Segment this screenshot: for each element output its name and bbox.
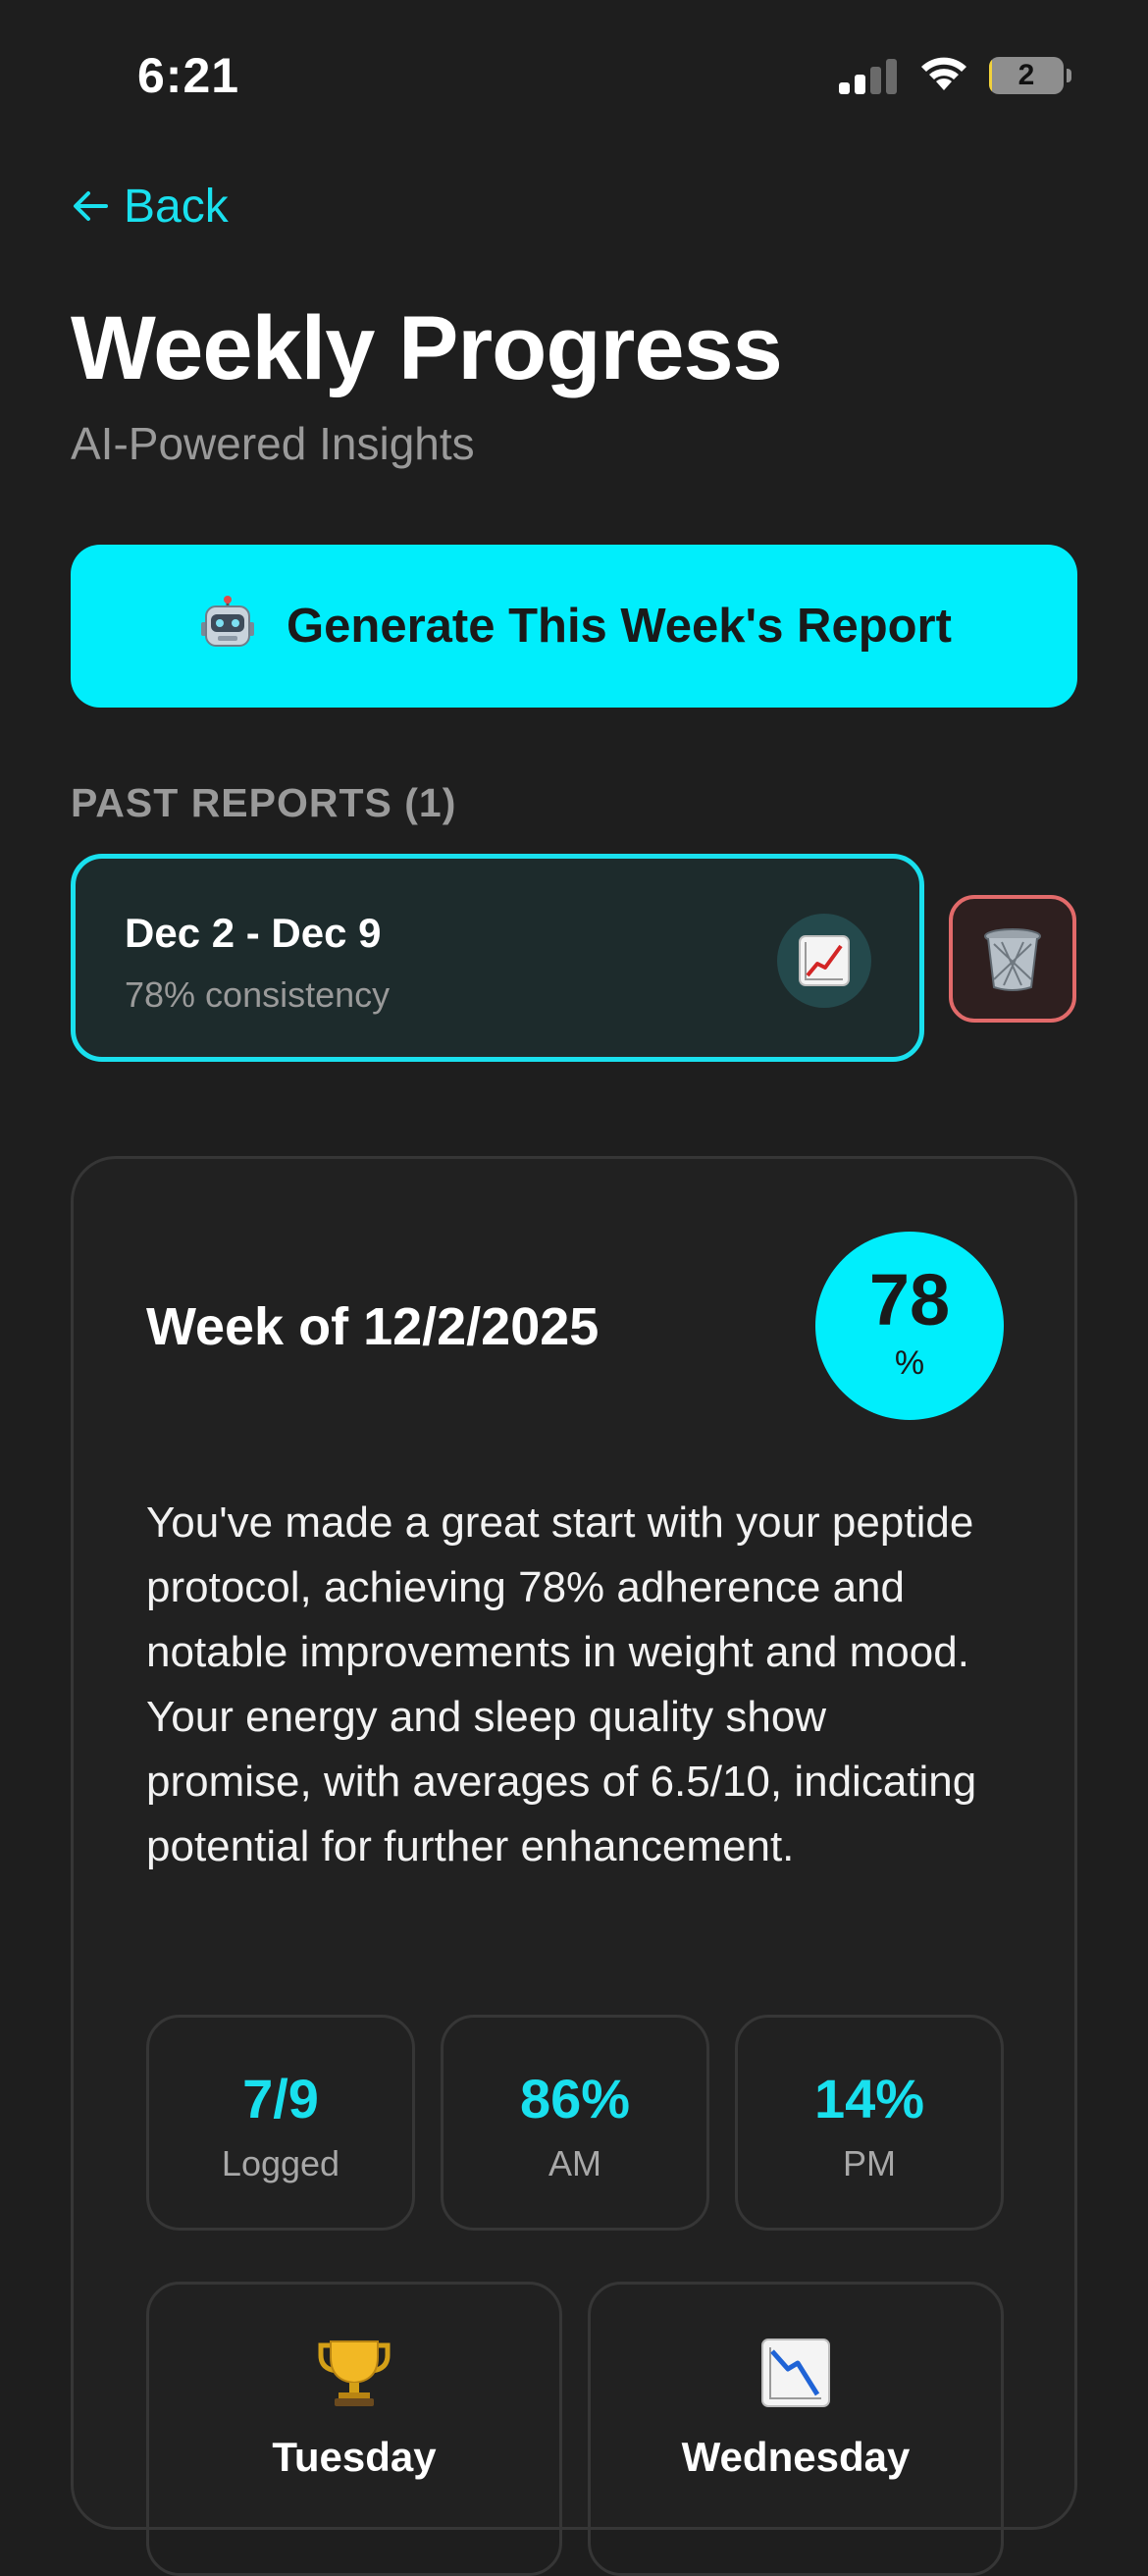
stat-logged: 7/9 Logged <box>146 2015 415 2231</box>
status-bar: 6:21 2 <box>0 0 1148 147</box>
worst-day-card: Wednesday <box>588 2282 1004 2576</box>
page-subtitle: AI-Powered Insights <box>71 418 475 469</box>
stat-value: 86% <box>519 2068 631 2129</box>
stat-label: PM <box>843 2143 896 2183</box>
arrow-left-icon <box>74 191 108 221</box>
report-icon-bubble <box>777 914 871 1008</box>
back-label: Back <box>124 180 229 233</box>
week-title: Week of 12/2/2025 <box>146 1297 600 1356</box>
trophy-icon <box>318 2340 391 2406</box>
weekly-report-card: Week of 12/2/2025 78 % You've made a gre… <box>71 1156 1077 2576</box>
stat-pm: 14% PM <box>735 2015 1004 2231</box>
chart-decreasing-icon <box>761 2339 830 2407</box>
wifi-icon <box>921 57 966 90</box>
score-value: 78 <box>868 1259 951 1341</box>
report-date-range: Dec 2 - Dec 9 <box>125 910 382 956</box>
stat-label: AM <box>548 2143 601 2183</box>
score-badge: 78 % <box>815 1232 1004 1420</box>
generate-report-button[interactable]: Generate This Week's Report <box>71 545 1077 708</box>
trash-icon <box>984 928 1041 991</box>
stat-value: 7/9 <box>242 2068 319 2129</box>
past-report-card[interactable]: Dec 2 - Dec 9 78% consistency <box>71 854 924 1062</box>
back-button[interactable]: Back <box>71 177 229 236</box>
worst-day-label: Wednesday <box>681 2434 911 2480</box>
battery-icon: 2 <box>989 57 1064 94</box>
stat-label: Logged <box>221 2143 340 2183</box>
chart-increasing-icon <box>799 935 850 986</box>
battery-tip <box>1067 69 1071 82</box>
report-consistency: 78% consistency <box>125 974 391 1015</box>
score-unit: % <box>894 1344 925 1382</box>
stat-am: 86% AM <box>441 2015 709 2231</box>
delete-report-button[interactable] <box>949 895 1076 1023</box>
robot-icon <box>201 596 255 647</box>
report-summary: You've made a great start with your pept… <box>146 1498 977 1870</box>
generate-report-label: Generate This Week's Report <box>287 600 952 653</box>
page-title: Weekly Progress <box>71 298 783 398</box>
past-reports-heading: PAST REPORTS (1) <box>71 780 457 825</box>
status-time: 6:21 <box>137 48 240 103</box>
stat-value: 14% <box>813 2068 925 2129</box>
cellular-signal-icon <box>839 59 897 94</box>
best-day-label: Tuesday <box>272 2434 437 2480</box>
best-day-card: Tuesday <box>146 2282 562 2576</box>
battery-level: 2 <box>1018 59 1035 91</box>
